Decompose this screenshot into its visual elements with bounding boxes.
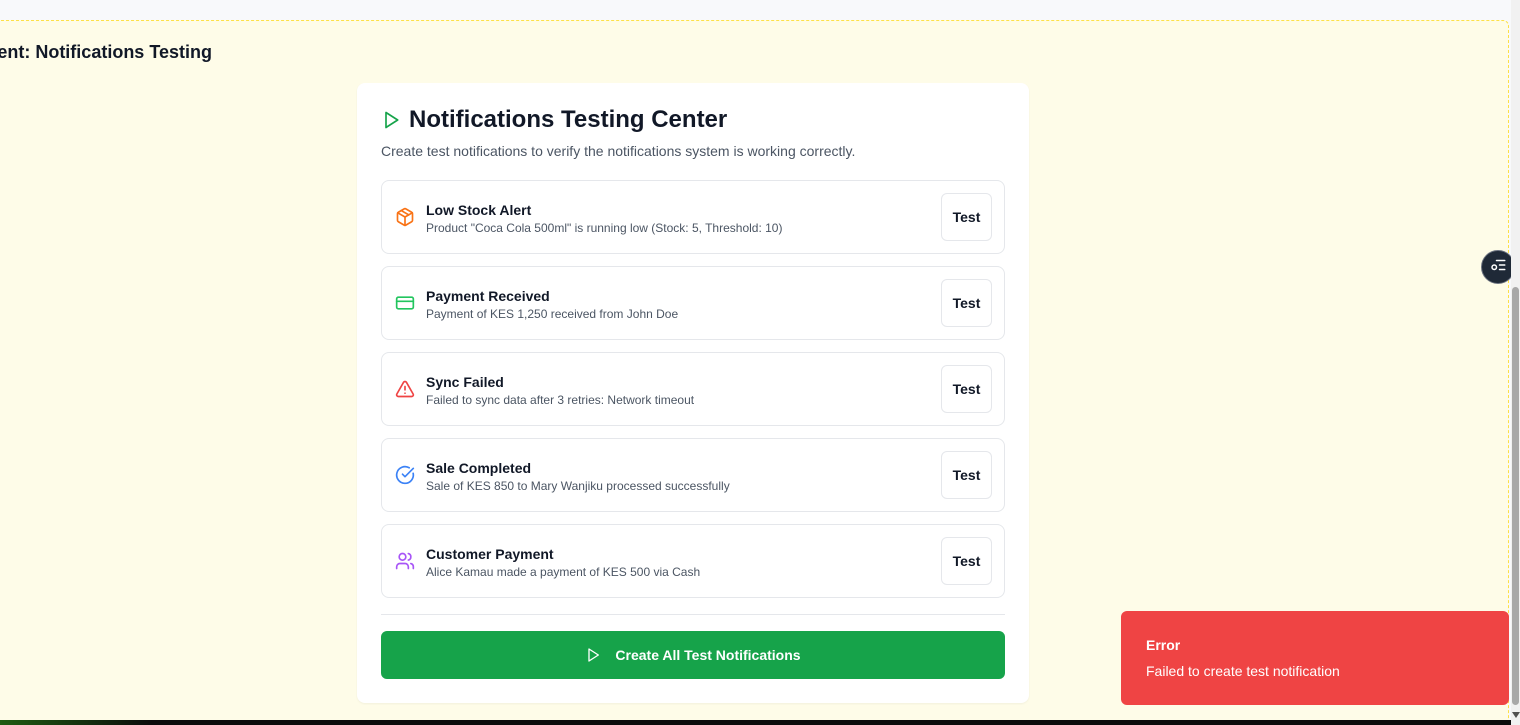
dev-tools-floating-button[interactable]	[1481, 250, 1515, 284]
play-icon	[585, 647, 601, 663]
test-item-sync-failed: Sync Failed Failed to sync data after 3 …	[381, 352, 1005, 426]
page: Development: Notifications Testing Notif…	[0, 0, 1520, 725]
scroll-down-arrow[interactable]	[1511, 710, 1520, 720]
card-header: Notifications Testing Center Create test…	[381, 105, 855, 159]
test-item-low-stock: Low Stock Alert Product "Coca Cola 500ml…	[381, 180, 1005, 254]
alert-triangle-icon	[395, 379, 415, 399]
test-item-description: Failed to sync data after 3 retries: Net…	[426, 393, 695, 407]
package-icon	[395, 207, 415, 227]
scrollbar-thumb[interactable]	[1512, 287, 1519, 705]
notification-test-list: Low Stock Alert Product "Coca Cola 500ml…	[381, 180, 1005, 610]
test-item-title: Customer Payment	[426, 546, 554, 562]
users-icon	[395, 551, 415, 571]
settings-list-icon	[1489, 256, 1507, 279]
create-all-label: Create All Test Notifications	[615, 647, 801, 663]
card-title: Notifications Testing Center	[409, 106, 728, 133]
divider	[381, 614, 1005, 615]
test-item-description: Payment of KES 1,250 received from John …	[426, 307, 679, 321]
test-payment-received-button[interactable]: Test	[941, 279, 992, 327]
test-item-text: Sync Failed Failed to sync data after 3 …	[426, 373, 694, 407]
test-item-description: Alice Kamau made a payment of KES 500 vi…	[426, 565, 701, 579]
toast-description: Failed to create test notification	[1146, 663, 1340, 679]
test-item-text: Low Stock Alert Product "Coca Cola 500ml…	[426, 201, 782, 235]
test-low-stock-button[interactable]: Test	[941, 193, 992, 241]
test-item-text: Customer Payment Alice Kamau made a paym…	[426, 545, 700, 579]
credit-card-icon	[395, 293, 415, 313]
notifications-testing-card: Notifications Testing Center Create test…	[357, 83, 1029, 703]
test-item-description: Product "Coca Cola 500ml" is running low…	[426, 221, 783, 235]
toast-title: Error	[1146, 637, 1181, 653]
test-customer-payment-button[interactable]: Test	[941, 537, 992, 585]
test-item-title: Sync Failed	[426, 374, 504, 390]
test-item-description: Sale of KES 850 to Mary Wanjiku processe…	[426, 479, 730, 493]
test-item-text: Payment Received Payment of KES 1,250 re…	[426, 287, 678, 321]
test-sync-failed-button[interactable]: Test	[941, 365, 992, 413]
test-item-title: Sale Completed	[426, 460, 532, 476]
check-circle-icon	[395, 465, 415, 485]
test-item-title: Payment Received	[426, 288, 550, 304]
test-item-text: Sale Completed Sale of KES 850 to Mary W…	[426, 459, 730, 493]
bottom-strip	[0, 720, 1511, 725]
create-all-test-notifications-button[interactable]: Create All Test Notifications	[381, 631, 1005, 679]
test-item-customer-payment: Customer Payment Alice Kamau made a paym…	[381, 524, 1005, 598]
test-sale-completed-button[interactable]: Test	[941, 451, 992, 499]
card-title-row: Notifications Testing Center	[381, 105, 855, 135]
test-item-sale-completed: Sale Completed Sale of KES 850 to Mary W…	[381, 438, 1005, 512]
play-icon	[381, 110, 401, 130]
dev-panel-title: Development: Notifications Testing	[0, 42, 212, 62]
test-item-payment-received: Payment Received Payment of KES 1,250 re…	[381, 266, 1005, 340]
test-item-title: Low Stock Alert	[426, 202, 532, 218]
error-toast[interactable]: Error Failed to create test notification	[1121, 611, 1509, 705]
card-description: Create test notifications to verify the …	[381, 143, 856, 159]
